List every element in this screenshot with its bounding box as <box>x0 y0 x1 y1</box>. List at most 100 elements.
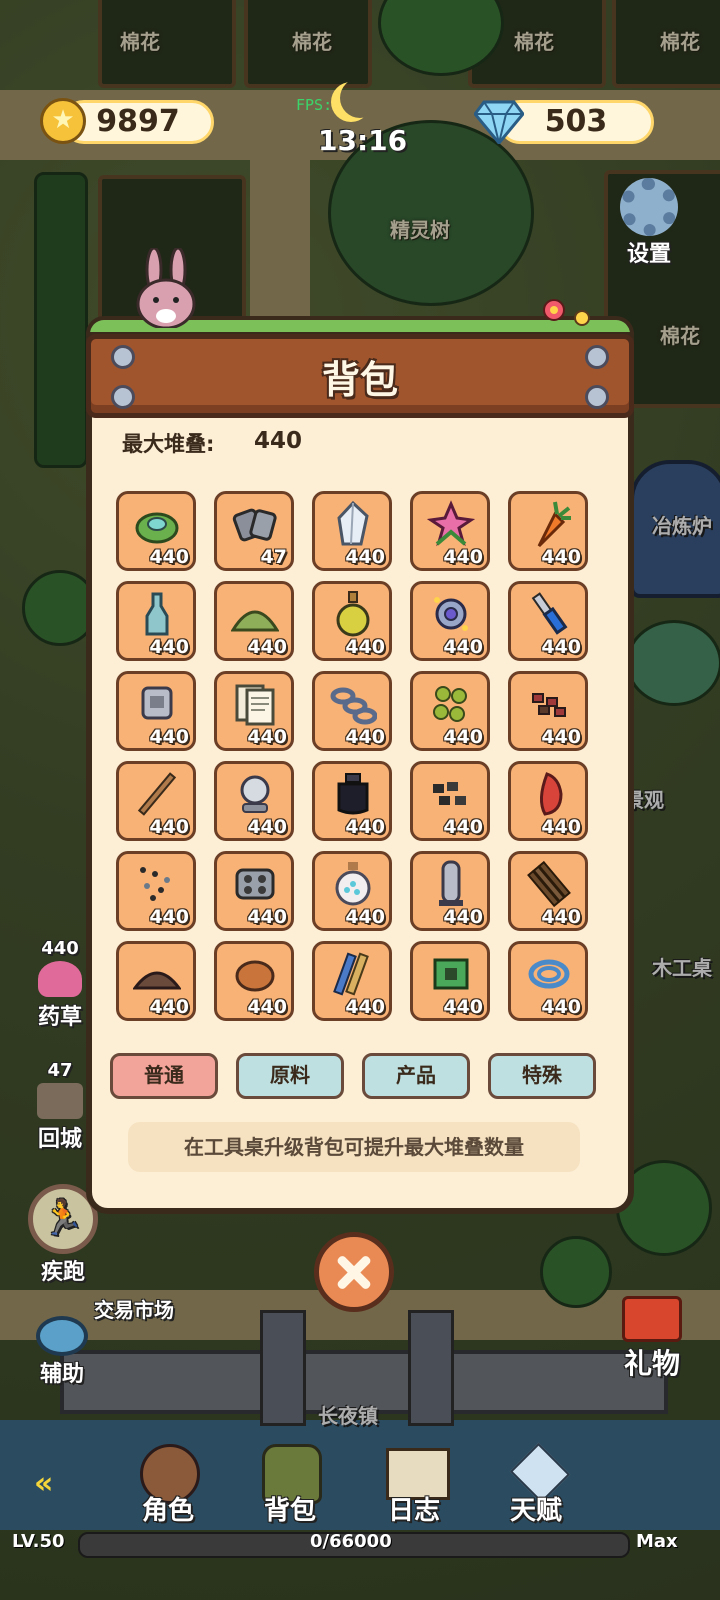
item-quantity: 47 <box>260 546 287 568</box>
gift-button[interactable]: 礼物 <box>610 1296 694 1382</box>
nav-journal[interactable]: 日志 <box>388 1490 440 1527</box>
inventory-slot[interactable]: 440 <box>508 941 588 1021</box>
item-quantity: 440 <box>345 726 385 748</box>
red-gem-icon <box>540 772 563 816</box>
chip-icon <box>433 958 469 990</box>
inventory-slot[interactable]: 440 <box>410 491 490 571</box>
item-quantity: 440 <box>443 546 483 568</box>
bunny-icon <box>136 248 196 328</box>
mold-icon <box>235 868 275 900</box>
item-quantity: 440 <box>443 996 483 1018</box>
item-quantity: 440 <box>247 816 287 838</box>
inventory-slot[interactable]: 440 <box>410 581 490 661</box>
inventory-slot[interactable]: 440 <box>312 581 392 661</box>
item-quantity: 440 <box>149 726 189 748</box>
inventory-slot[interactable]: 440 <box>116 851 196 931</box>
inventory-slot[interactable]: 440 <box>508 491 588 571</box>
soil-pile-icon <box>133 971 181 990</box>
inventory-slot[interactable]: 440 <box>410 671 490 751</box>
herb-shortcut-button[interactable]: 440 药草 <box>28 938 92 1031</box>
inventory-slot[interactable]: 440 <box>410 941 490 1021</box>
inventory-slot[interactable]: 440 <box>214 671 294 751</box>
inventory-slot[interactable]: 440 <box>312 491 392 571</box>
moon-icon <box>340 78 380 118</box>
tab-normal[interactable]: 普通 <box>110 1053 218 1099</box>
item-quantity: 440 <box>345 996 385 1018</box>
gravel-icon <box>140 867 170 901</box>
stick-icon <box>137 772 177 816</box>
inventory-slot[interactable]: 440 <box>312 761 392 841</box>
nav-talent[interactable]: 天赋 <box>510 1490 562 1527</box>
bead-jar-icon <box>335 862 371 906</box>
item-quantity: 440 <box>247 726 287 748</box>
pink-flower-icon <box>427 500 475 547</box>
gift-label: 礼物 <box>623 1347 680 1380</box>
inventory-slot[interactable]: 440 <box>116 581 196 661</box>
inventory-grid: 440 47 440 440 440 440 440 440 440 440 4… <box>116 491 596 1021</box>
max-label: Max <box>636 1531 678 1552</box>
collapse-arrows-icon[interactable]: « <box>34 1466 53 1501</box>
upgrade-hint: 在工具桌升级背包可提升最大堆叠数量 <box>128 1122 580 1172</box>
inventory-slot[interactable]: 440 <box>116 941 196 1021</box>
game-clock: 13:16 <box>318 124 408 157</box>
item-quantity: 440 <box>541 816 581 838</box>
inventory-slot[interactable]: 440 <box>410 851 490 931</box>
nav-backpack[interactable]: 背包 <box>264 1490 316 1527</box>
inventory-slot[interactable]: 440 <box>214 941 294 1021</box>
settings-button[interactable]: 设置 <box>616 178 682 268</box>
inventory-slot[interactable]: 440 <box>312 851 392 931</box>
nav-character[interactable]: 角色 <box>142 1490 194 1527</box>
item-quantity: 440 <box>149 816 189 838</box>
clay-icon <box>235 960 275 992</box>
inventory-slot[interactable]: 440 <box>508 671 588 751</box>
herb-label: 药草 <box>37 1005 82 1030</box>
inventory-slot[interactable]: 440 <box>410 761 490 841</box>
tab-special[interactable]: 特殊 <box>488 1053 596 1099</box>
stick-bundle-icon <box>527 860 571 908</box>
inventory-slot[interactable]: 440 <box>214 581 294 661</box>
item-quantity: 440 <box>443 636 483 658</box>
item-quantity: 440 <box>149 906 189 928</box>
tab-products[interactable]: 产品 <box>362 1053 470 1099</box>
assist-button[interactable]: 辅助 <box>30 1316 94 1388</box>
inventory-slot[interactable]: 440 <box>312 941 392 1021</box>
assist-label: 辅助 <box>39 1362 84 1387</box>
inventory-slot[interactable]: 440 <box>508 851 588 931</box>
market-button[interactable]: 交易市场 <box>84 1294 184 1323</box>
bottle-icon <box>145 592 169 636</box>
sprint-label: 疾跑 <box>40 1260 85 1285</box>
item-quantity: 440 <box>443 726 483 748</box>
item-quantity: 440 <box>247 906 287 928</box>
close-button[interactable] <box>314 1232 394 1312</box>
inventory-slot[interactable]: 440 <box>116 491 196 571</box>
pillar-icon <box>439 860 463 906</box>
inventory-slot[interactable]: 47 <box>214 491 294 571</box>
tab-materials[interactable]: 原料 <box>236 1053 344 1099</box>
inventory-slot[interactable]: 440 <box>214 851 294 931</box>
market-label: 交易市场 <box>94 1298 174 1322</box>
machine-part-icon <box>141 686 173 720</box>
inventory-slot[interactable]: 440 <box>214 761 294 841</box>
inventory-slot[interactable]: 440 <box>508 761 588 841</box>
slime-leaf-icon <box>135 512 179 544</box>
item-quantity: 440 <box>345 546 385 568</box>
inventory-slot[interactable]: 440 <box>508 581 588 661</box>
item-quantity: 440 <box>541 726 581 748</box>
return-label: 回城 <box>37 1127 82 1152</box>
settings-label: 设置 <box>626 242 671 267</box>
ink-bottle-icon <box>337 773 369 815</box>
herb-icon <box>38 961 82 997</box>
return-town-button[interactable]: 47 回城 <box>28 1060 92 1153</box>
sand-pile-icon <box>231 610 279 632</box>
inventory-slot[interactable]: 440 <box>116 671 196 751</box>
item-quantity: 440 <box>247 636 287 658</box>
paper-icon <box>235 684 275 726</box>
log-icon <box>37 1083 83 1119</box>
fps-counter: FPS: <box>296 96 333 114</box>
gem-amount: 503 <box>544 104 608 139</box>
inventory-slot[interactable]: 440 <box>312 671 392 751</box>
chisel-icon <box>531 592 568 635</box>
inventory-slot[interactable]: 440 <box>116 761 196 841</box>
item-quantity: 440 <box>149 636 189 658</box>
item-quantity: 440 <box>541 636 581 658</box>
